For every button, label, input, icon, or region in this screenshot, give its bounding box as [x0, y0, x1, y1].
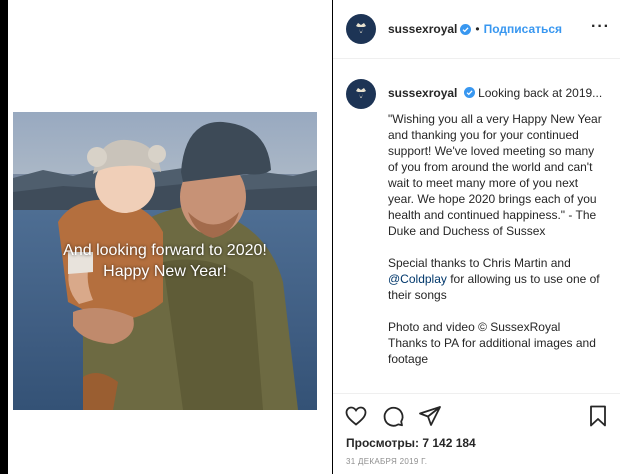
verified-badge-icon [460, 23, 472, 35]
royal-monogram-icon [356, 88, 366, 98]
caption-paragraph-credits: Photo and video © SussexRoyal Thanks to P… [388, 319, 607, 367]
caption-paragraph-thanks: Special thanks to Chris Martin and @Cold… [388, 255, 607, 303]
comment-avatar[interactable] [346, 79, 376, 109]
video-caption-overlay: And looking forward to 2020! Happy New Y… [13, 240, 317, 282]
comment-icon[interactable] [381, 404, 405, 428]
post-actions: Просмотры: 7 142 184 31 ДЕКАБРЯ 2019 Г. [333, 393, 620, 474]
bookmark-icon[interactable] [586, 404, 610, 428]
thanks-text-before: Special thanks to Chris Martin and [388, 256, 571, 270]
share-icon[interactable] [418, 404, 442, 428]
post-header: sussexroyal • Подписаться ··· [333, 0, 620, 59]
caption-paragraph-quote: "Wishing you all a very Happy New Year a… [388, 112, 602, 238]
comment-text: "Wishing you all a very Happy New Year a… [388, 111, 607, 367]
avatar[interactable] [346, 14, 376, 44]
header-separator: • [475, 22, 480, 36]
post-info-panel: sussexroyal • Подписаться ··· sussexroya… [333, 0, 620, 474]
post-frame: And looking forward to 2020! Happy New Y… [0, 0, 620, 474]
coldplay-mention-link[interactable]: @Coldplay [388, 272, 447, 286]
follow-button[interactable]: Подписаться [484, 22, 562, 36]
video-caption-line2: Happy New Year! [103, 263, 227, 280]
credits-line2: Thanks to PA for additional images and f… [388, 336, 596, 366]
comment-body: sussexroyal Looking back at 2019... "Wis… [388, 79, 607, 383]
header-username[interactable]: sussexroyal [388, 22, 457, 36]
credits-line1: Photo and video © SussexRoyal [388, 320, 561, 334]
media-panel: And looking forward to 2020! Happy New Y… [8, 0, 332, 474]
video-caption-line1: And looking forward to 2020! [63, 242, 267, 259]
comment-username[interactable]: sussexroyal [388, 86, 457, 100]
caption-comment: sussexroyal Looking back at 2019... "Wis… [333, 59, 620, 383]
more-options-icon[interactable]: ··· [591, 19, 610, 35]
post-video[interactable]: And looking forward to 2020! Happy New Y… [13, 112, 317, 410]
comment-preview: Looking back at 2019... [478, 86, 603, 100]
action-icons [344, 404, 455, 428]
view-count[interactable]: Просмотры: 7 142 184 [346, 436, 476, 450]
post-date[interactable]: 31 ДЕКАБРЯ 2019 Г. [346, 457, 427, 466]
comment-head: sussexroyal Looking back at 2019... [388, 85, 607, 101]
verified-badge-icon [463, 87, 475, 98]
royal-monogram-icon [356, 23, 366, 33]
heart-icon[interactable] [344, 404, 368, 428]
